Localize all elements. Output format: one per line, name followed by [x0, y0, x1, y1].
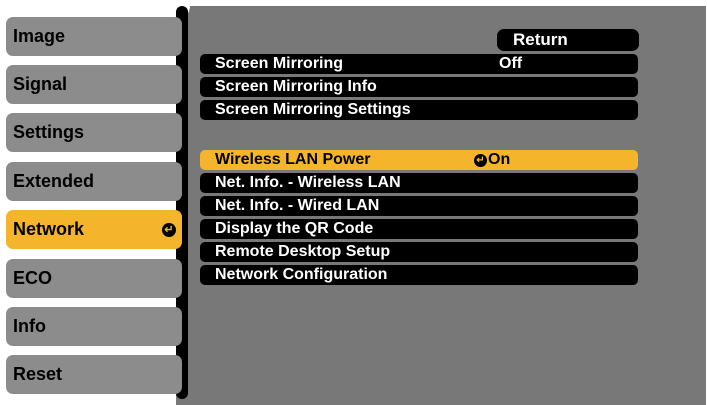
menu-item-screen-mirroring-settings[interactable]: Screen Mirroring Settings: [200, 100, 638, 120]
tab-label: Settings: [13, 122, 85, 142]
tab-reset[interactable]: Reset: [6, 355, 182, 394]
menu-item-remote-desktop-setup[interactable]: Remote Desktop Setup: [200, 242, 638, 262]
tab-label: ECO: [13, 268, 53, 288]
projector-menu-screen: Image Signal Settings Extended Network ↵…: [0, 0, 707, 405]
tab-label: Image: [13, 26, 66, 46]
menu-item-label: Wireless LAN Power: [215, 151, 371, 168]
menu-item-label: Remote Desktop Setup: [215, 243, 391, 260]
menu-item-value: Off: [499, 55, 523, 72]
menu-item-network-configuration[interactable]: Network Configuration: [200, 265, 638, 285]
menu-item-label: Net. Info. - Wired LAN: [215, 197, 380, 214]
tab-label: Network: [13, 219, 85, 239]
tab-eco[interactable]: ECO: [6, 259, 182, 298]
menu-item-screen-mirroring-info[interactable]: Screen Mirroring Info: [200, 77, 638, 97]
menu-item-wireless-lan-power[interactable]: Wireless LAN Power ↵ On: [200, 150, 638, 170]
tab-settings[interactable]: Settings: [6, 113, 182, 152]
enter-icon: ↵: [474, 153, 487, 167]
menu-item-label: Screen Mirroring Settings: [215, 101, 411, 118]
tab-signal[interactable]: Signal: [6, 65, 182, 104]
menu-item-label: Network Configuration: [215, 266, 388, 283]
menu-item-screen-mirroring[interactable]: Screen Mirroring Off: [200, 54, 638, 74]
tab-info[interactable]: Info: [6, 307, 182, 346]
tab-image[interactable]: Image: [6, 17, 182, 56]
menu-item-value: On: [488, 151, 511, 168]
enter-icon: ↵: [162, 222, 176, 237]
return-label: Return: [513, 30, 568, 49]
tab-label: Extended: [13, 171, 95, 191]
menu-item-display-qr-code[interactable]: Display the QR Code: [200, 219, 638, 239]
tab-network[interactable]: Network ↵: [6, 210, 182, 249]
return-button[interactable]: Return: [497, 29, 639, 51]
tab-label: Info: [13, 316, 46, 336]
menu-item-label: Net. Info. - Wireless LAN: [215, 174, 401, 191]
menu-item-net-info-wireless-lan[interactable]: Net. Info. - Wireless LAN: [200, 173, 638, 193]
tab-label: Signal: [13, 74, 68, 94]
tab-label: Reset: [13, 364, 63, 384]
menu-item-label: Screen Mirroring Info: [215, 78, 377, 95]
tab-extended[interactable]: Extended: [6, 162, 182, 201]
menu-item-value-group: ↵ On: [474, 150, 510, 170]
menu-item-net-info-wired-lan[interactable]: Net. Info. - Wired LAN: [200, 196, 638, 216]
menu-item-label: Display the QR Code: [215, 220, 374, 237]
menu-item-label: Screen Mirroring: [215, 55, 344, 72]
